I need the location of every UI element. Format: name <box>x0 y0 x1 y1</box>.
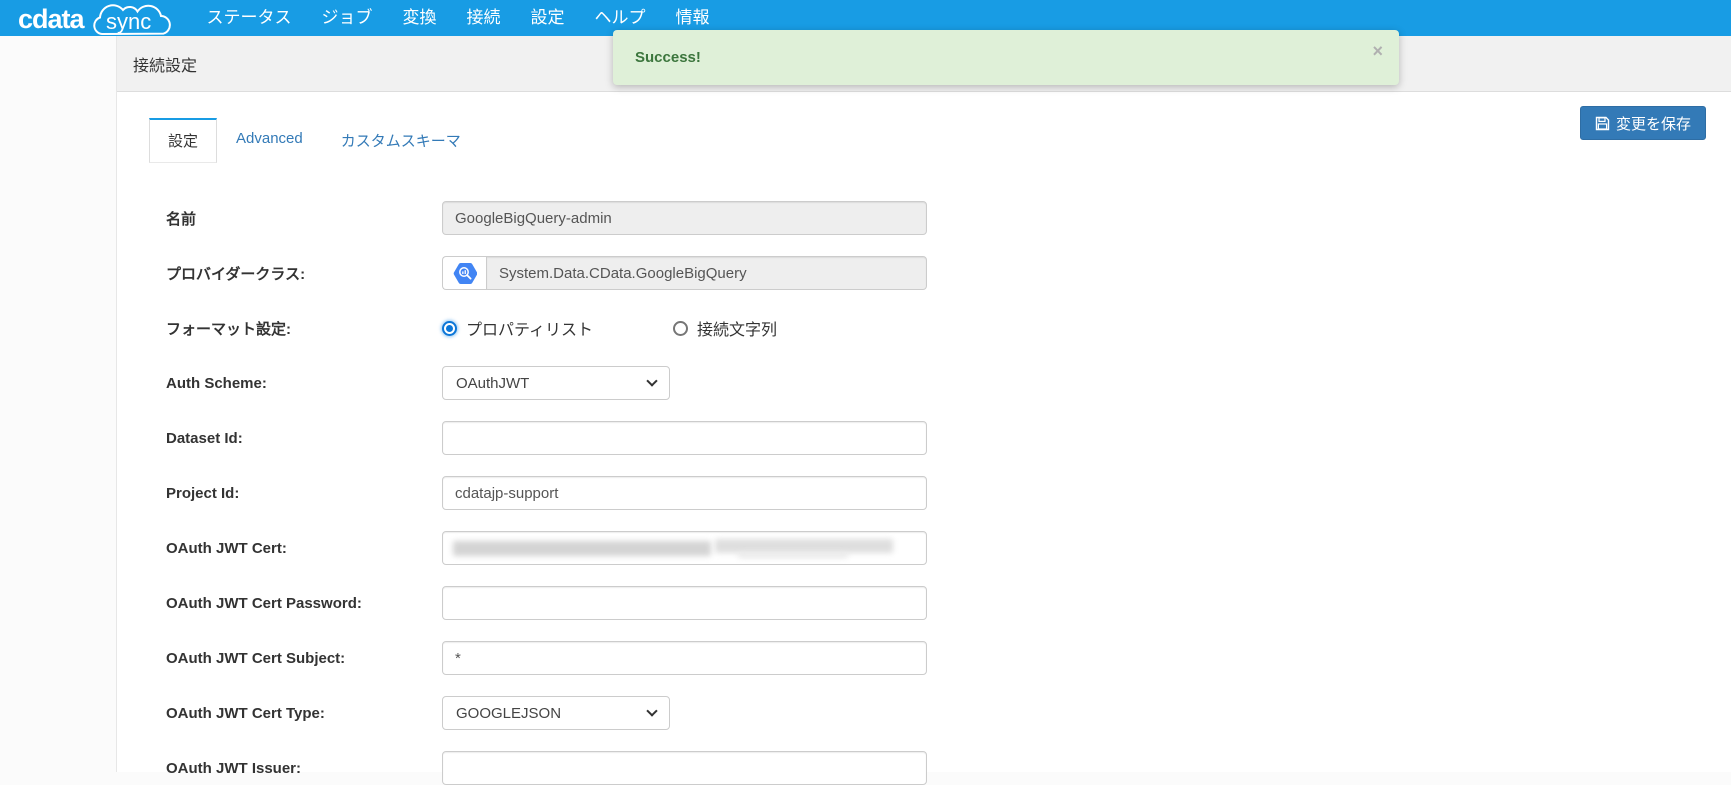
nav-item-jobs[interactable]: ジョブ <box>307 0 388 36</box>
redacted-value-blur <box>715 539 893 553</box>
form-row-provider-class: プロバイダークラス: <box>166 256 1731 290</box>
auth-scheme-value: OAuthJWT <box>456 375 529 392</box>
tab-bar: 設定 Advanced カスタムスキーマ <box>149 118 1731 163</box>
provider-class-label: プロバイダークラス: <box>166 263 442 284</box>
dataset-id-field[interactable] <box>442 421 927 455</box>
form-row-oauth-jwt-cert-subject: OAuth JWT Cert Subject: <box>166 641 1731 675</box>
oauth-jwt-cert-subject-field[interactable] <box>442 641 927 675</box>
tab-settings[interactable]: 設定 <box>149 118 217 163</box>
chevron-down-icon <box>646 375 657 386</box>
oauth-jwt-issuer-label: OAuth JWT Issuer: <box>166 760 442 777</box>
format-radio-row: プロパティリスト 接続文字列 <box>442 316 927 340</box>
oauth-jwt-cert-subject-label: OAuth JWT Cert Subject: <box>166 650 442 667</box>
radio-selected-icon <box>442 321 457 336</box>
oauth-jwt-cert-field[interactable] <box>442 531 927 565</box>
svg-text:sync: sync <box>106 9 151 34</box>
name-label: 名前 <box>166 208 442 229</box>
radio-property-list-label: プロパティリスト <box>466 316 593 340</box>
name-field <box>442 201 927 235</box>
oauth-jwt-cert-type-select[interactable]: GOOGLEJSON <box>442 696 670 730</box>
nav-item-settings[interactable]: 設定 <box>516 0 580 36</box>
oauth-jwt-cert-password-field[interactable] <box>442 586 927 620</box>
oauth-jwt-cert-type-value: GOOGLEJSON <box>456 705 561 722</box>
radio-unselected-icon <box>673 321 688 336</box>
radio-connection-string-label: 接続文字列 <box>697 316 777 340</box>
nav-item-transform[interactable]: 変換 <box>388 0 452 36</box>
connection-settings-panel: 接続設定 設定 Advanced カスタムスキーマ 名前 プロバイダークラス: <box>116 36 1731 772</box>
form-row-auth-scheme: Auth Scheme: OAuthJWT <box>166 366 1731 400</box>
redacted-value-blur <box>453 541 711 556</box>
project-id-field[interactable] <box>442 476 927 510</box>
tab-custom-schema[interactable]: カスタムスキーマ <box>322 118 480 163</box>
success-message: Success! <box>635 49 701 66</box>
oauth-jwt-issuer-field[interactable] <box>442 751 927 785</box>
save-button-label: 変更を保存 <box>1616 113 1691 134</box>
form-row-oauth-jwt-issuer: OAuth JWT Issuer: <box>166 751 1731 785</box>
connection-form: 名前 プロバイダークラス: <box>166 201 1731 785</box>
auth-scheme-label: Auth Scheme: <box>166 375 442 392</box>
oauth-jwt-cert-type-label: OAuth JWT Cert Type: <box>166 705 442 722</box>
provider-class-field <box>486 256 927 290</box>
dataset-id-label: Dataset Id: <box>166 430 442 447</box>
provider-class-group <box>442 256 927 290</box>
floppy-disk-icon <box>1595 116 1610 131</box>
redacted-value-blur <box>738 552 848 558</box>
logo-brand-text: cdata <box>18 2 84 36</box>
success-toast: Success! × <box>613 30 1399 85</box>
close-icon[interactable]: × <box>1372 42 1383 60</box>
tab-advanced[interactable]: Advanced <box>217 118 322 163</box>
project-id-label: Project Id: <box>166 485 442 502</box>
save-changes-button[interactable]: 変更を保存 <box>1580 106 1706 140</box>
form-row-oauth-jwt-cert-type: OAuth JWT Cert Type: GOOGLEJSON <box>166 696 1731 730</box>
radio-connection-string[interactable]: 接続文字列 <box>673 316 777 340</box>
form-row-format: フォーマット設定: プロパティリスト 接続文字列 <box>166 311 1731 345</box>
form-row-project-id: Project Id: <box>166 476 1731 510</box>
oauth-jwt-cert-label: OAuth JWT Cert: <box>166 540 442 557</box>
bigquery-icon <box>442 256 486 290</box>
auth-scheme-select[interactable]: OAuthJWT <box>442 366 670 400</box>
form-row-oauth-jwt-cert: OAuth JWT Cert: <box>166 531 1731 565</box>
chevron-down-icon <box>646 705 657 716</box>
format-label: フォーマット設定: <box>166 318 442 339</box>
page-title: 接続設定 <box>133 52 197 76</box>
nav-item-status[interactable]: ステータス <box>192 0 307 36</box>
form-row-name: 名前 <box>166 201 1731 235</box>
form-row-dataset-id: Dataset Id: <box>166 421 1731 455</box>
oauth-jwt-cert-password-label: OAuth JWT Cert Password: <box>166 595 442 612</box>
form-row-oauth-jwt-cert-password: OAuth JWT Cert Password: <box>166 586 1731 620</box>
radio-property-list[interactable]: プロパティリスト <box>442 316 673 340</box>
cloud-sync-icon: sync <box>86 0 178 39</box>
nav-item-connections[interactable]: 接続 <box>452 0 516 36</box>
cdata-sync-logo[interactable]: cdata sync <box>18 0 178 36</box>
